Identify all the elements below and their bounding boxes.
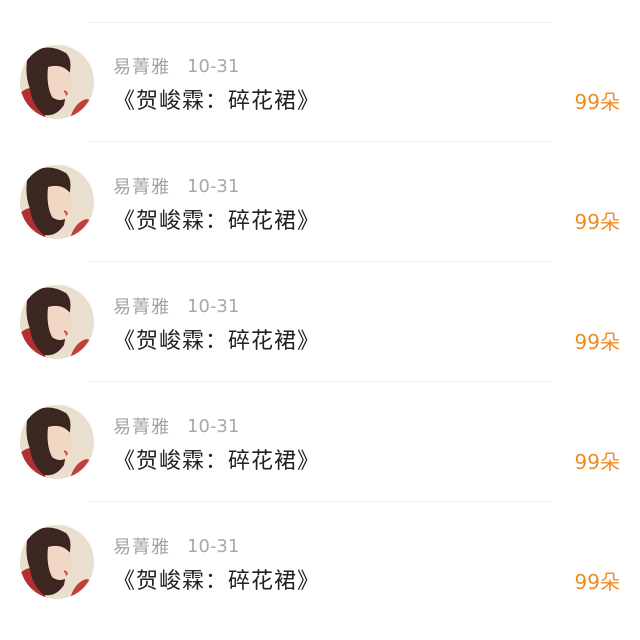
- gift-list: 易菁雅 10-31 《贺峻霖：碎花裙》 99朵 易菁雅 10-31 《贺峻霖：碎…: [0, 0, 640, 640]
- item-title[interactable]: 《贺峻霖：碎花裙》: [113, 446, 320, 478]
- item-title[interactable]: 《贺峻霖：碎花裙》: [113, 206, 320, 238]
- list-item[interactable]: 易菁雅 10-31 《贺峻霖：碎花裙》 99朵: [0, 0, 640, 142]
- item-meta: 易菁雅 10-31: [113, 53, 239, 79]
- item-date: 10-31: [187, 175, 240, 197]
- item-meta: 易菁雅 10-31: [113, 173, 239, 199]
- list-item[interactable]: 易菁雅 10-31 《贺峻霖：碎花裙》 99朵: [0, 240, 640, 382]
- item-meta: 易菁雅 10-31: [113, 533, 239, 559]
- avatar-image: [20, 525, 94, 599]
- sender-name[interactable]: 易菁雅: [113, 533, 170, 559]
- item-date: 10-31: [187, 295, 240, 317]
- item-title[interactable]: 《贺峻霖：碎花裙》: [113, 86, 320, 118]
- item-meta: 易菁雅 10-31: [113, 293, 239, 319]
- list-item[interactable]: 易菁雅 10-31 《贺峻霖：碎花裙》 99朵: [0, 120, 640, 262]
- list-item[interactable]: 易菁雅 10-31 《贺峻霖：碎花裙》 99朵: [0, 480, 640, 600]
- item-title[interactable]: 《贺峻霖：碎花裙》: [113, 566, 320, 598]
- flower-count: 99朵: [574, 570, 620, 594]
- list-item[interactable]: 易菁雅 10-31 《贺峻霖：碎花裙》 99朵: [0, 360, 640, 502]
- item-date: 10-31: [187, 535, 240, 557]
- avatar[interactable]: [20, 165, 94, 239]
- avatar[interactable]: [20, 405, 94, 479]
- avatar-image: [20, 285, 94, 359]
- sender-name[interactable]: 易菁雅: [113, 293, 170, 319]
- avatar[interactable]: [20, 45, 94, 119]
- item-date: 10-31: [187, 415, 240, 437]
- item-title[interactable]: 《贺峻霖：碎花裙》: [113, 326, 320, 358]
- avatar[interactable]: [20, 525, 94, 599]
- avatar[interactable]: [20, 285, 94, 359]
- flower-count: 99朵: [574, 90, 620, 114]
- sender-name[interactable]: 易菁雅: [113, 173, 170, 199]
- flower-count: 99朵: [574, 330, 620, 354]
- item-meta: 易菁雅 10-31: [113, 413, 239, 439]
- flower-count: 99朵: [574, 450, 620, 474]
- sender-name[interactable]: 易菁雅: [113, 53, 170, 79]
- flower-count: 99朵: [574, 210, 620, 234]
- avatar-image: [20, 165, 94, 239]
- sender-name[interactable]: 易菁雅: [113, 413, 170, 439]
- item-date: 10-31: [187, 55, 240, 77]
- avatar-image: [20, 45, 94, 119]
- avatar-image: [20, 405, 94, 479]
